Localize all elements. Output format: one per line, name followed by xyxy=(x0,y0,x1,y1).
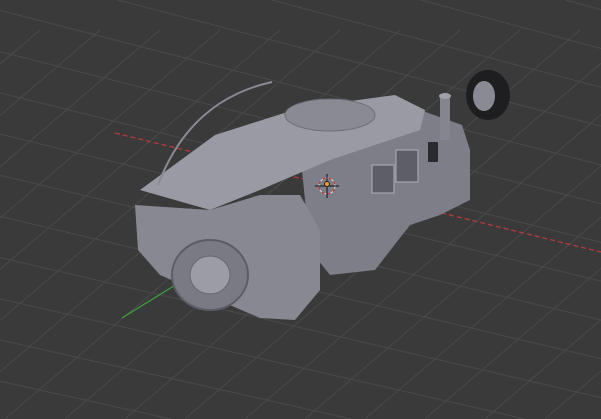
grid-line xyxy=(544,370,601,419)
grid-line xyxy=(420,0,601,49)
exhaust-pipe xyxy=(440,95,450,140)
3d-viewport[interactable] xyxy=(0,0,601,419)
humvee-model[interactable] xyxy=(135,81,470,320)
grid-line xyxy=(0,29,41,65)
viewport-canvas[interactable] xyxy=(0,0,601,419)
grid-line xyxy=(565,0,601,11)
grid-line xyxy=(271,0,601,88)
grid-line xyxy=(0,380,172,419)
grid-line xyxy=(484,319,601,419)
grid-line xyxy=(424,268,601,419)
grid-line xyxy=(0,339,352,419)
floating-tire[interactable] xyxy=(466,70,510,120)
grid-line xyxy=(364,216,601,419)
object-origin-icon xyxy=(324,181,330,187)
